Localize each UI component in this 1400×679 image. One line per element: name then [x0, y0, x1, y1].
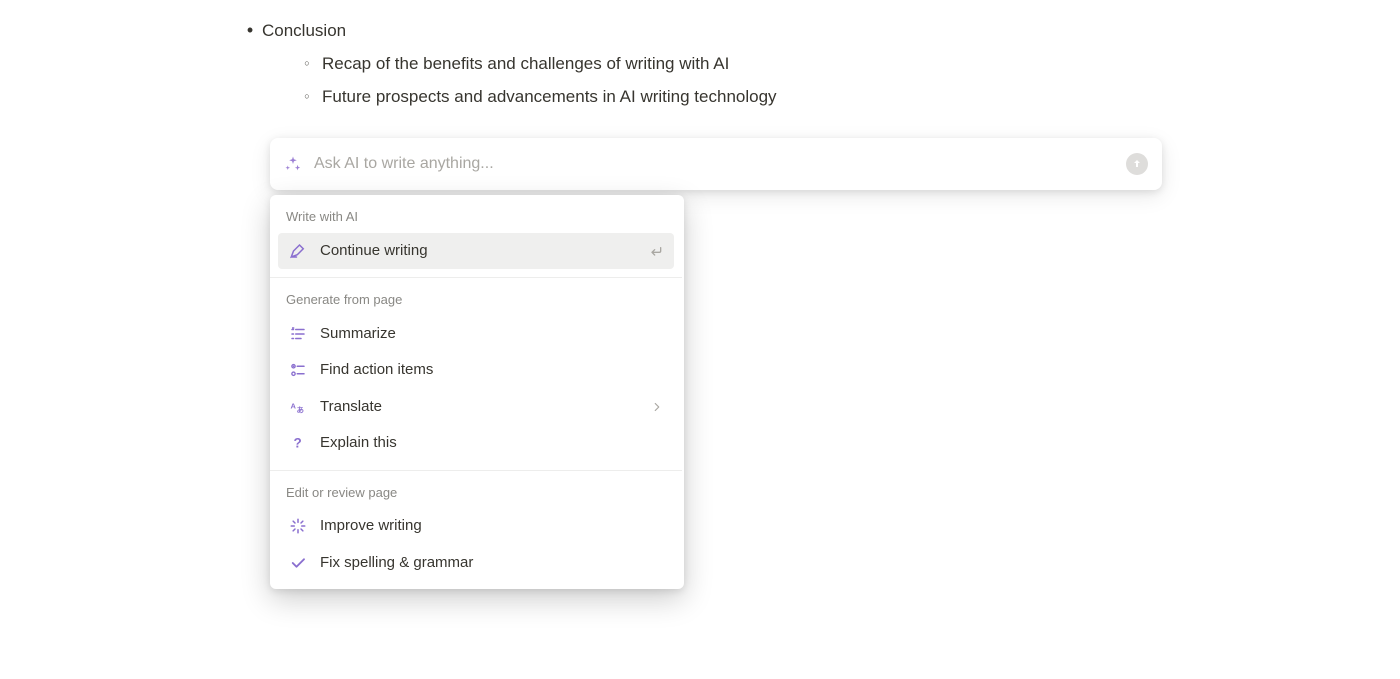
- menu-item-translate[interactable]: A あ Translate: [278, 389, 674, 426]
- summarize-icon: [288, 324, 308, 344]
- list-item[interactable]: • Conclusion Recap of the benefits and c…: [238, 14, 1158, 117]
- svg-text:あ: あ: [297, 405, 305, 414]
- menu-scroll[interactable]: Write with AI Continue writing Generate …: [270, 195, 684, 589]
- ask-ai-input[interactable]: [314, 155, 1114, 173]
- menu-item-explain-this[interactable]: ? Explain this: [278, 425, 674, 462]
- pencil-icon: [288, 241, 308, 261]
- question-icon: ?: [288, 433, 308, 453]
- bullet-text[interactable]: Future prospects and advancements in AI …: [322, 83, 777, 110]
- bullet-text[interactable]: Recap of the benefits and challenges of …: [322, 50, 729, 77]
- menu-item-summarize[interactable]: Summarize: [278, 316, 674, 353]
- document-content: • Conclusion Recap of the benefits and c…: [238, 14, 1158, 119]
- svg-text:?: ?: [294, 436, 302, 451]
- svg-text:A: A: [291, 401, 297, 410]
- menu-item-label: Continue writing: [320, 240, 636, 263]
- list-item[interactable]: Future prospects and advancements in AI …: [292, 83, 1158, 110]
- bullet-icon: [292, 83, 322, 102]
- bullet-text[interactable]: Conclusion: [262, 21, 346, 40]
- enter-key-icon: [648, 243, 664, 259]
- chevron-right-icon: [650, 400, 664, 414]
- menu-section-header: Write with AI: [270, 195, 682, 233]
- bullet-list: • Conclusion Recap of the benefits and c…: [238, 14, 1158, 117]
- ai-actions-menu: Write with AI Continue writing Generate …: [270, 195, 684, 589]
- menu-section-header: Generate from page: [270, 278, 682, 316]
- action-items-icon: [288, 360, 308, 380]
- menu-item-label: Translate: [320, 396, 638, 419]
- sub-bullet-list: Recap of the benefits and challenges of …: [262, 50, 1158, 110]
- menu-item-label: Improve writing: [320, 515, 664, 538]
- menu-item-label: Explain this: [320, 432, 664, 455]
- bullet-icon: •: [238, 17, 262, 44]
- menu-section-header: Edit or review page: [270, 471, 682, 509]
- menu-item-fix-spelling-grammar[interactable]: Fix spelling & grammar: [278, 545, 674, 582]
- menu-item-label: Find action items: [320, 359, 664, 382]
- ask-ai-bar[interactable]: [270, 138, 1162, 190]
- menu-item-label: Summarize: [320, 323, 664, 346]
- menu-item-label: Fix spelling & grammar: [320, 552, 664, 575]
- sparkles-burst-icon: [288, 516, 308, 536]
- list-item[interactable]: Recap of the benefits and challenges of …: [292, 50, 1158, 77]
- send-button[interactable]: [1126, 153, 1148, 175]
- menu-item-find-action-items[interactable]: Find action items: [278, 352, 674, 389]
- menu-item-continue-writing[interactable]: Continue writing: [278, 233, 674, 270]
- bullet-icon: [292, 50, 322, 69]
- menu-item-improve-writing[interactable]: Improve writing: [278, 508, 674, 545]
- check-icon: [288, 553, 308, 573]
- sparkle-icon: [284, 155, 302, 173]
- translate-icon: A あ: [288, 397, 308, 417]
